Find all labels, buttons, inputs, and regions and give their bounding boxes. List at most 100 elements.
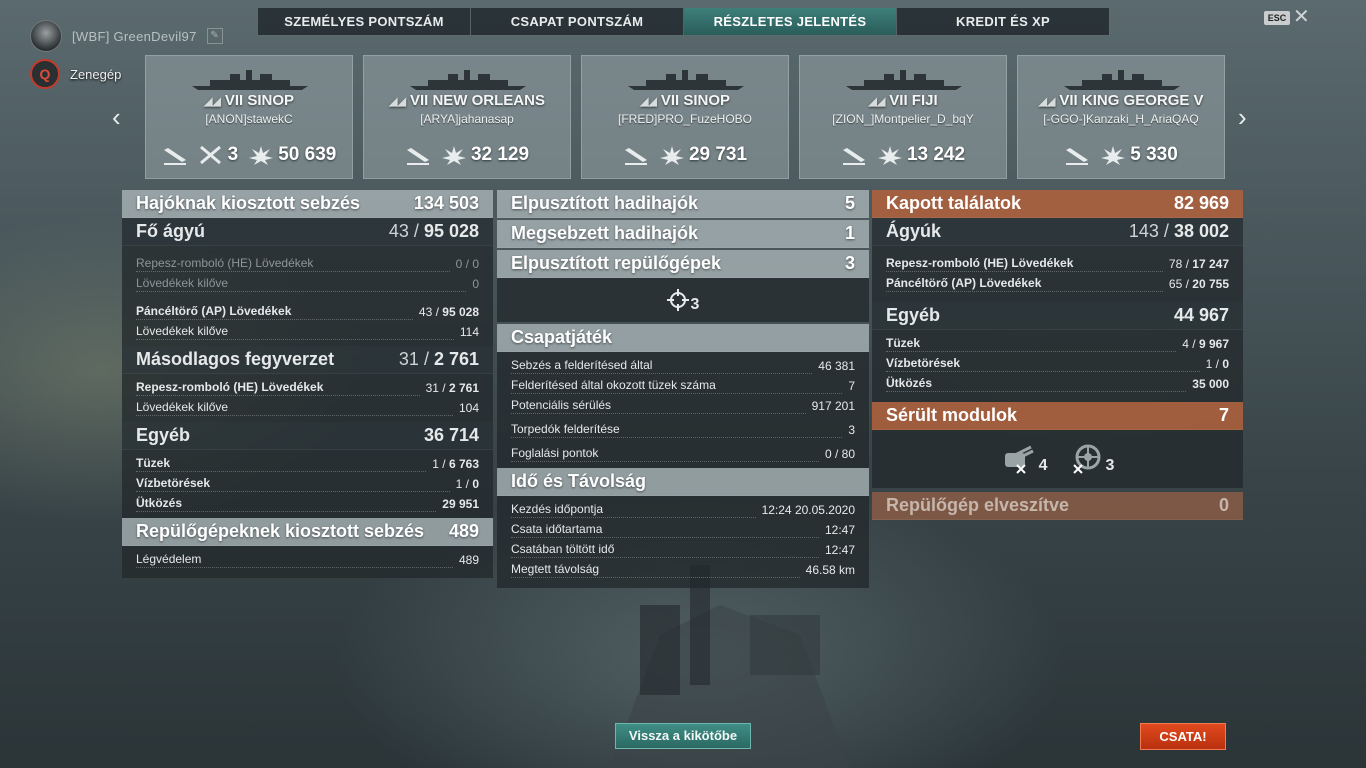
damaged-ships-carousel: ◢◢ VII SINOP [ANON]stawekC 3 50 639 ◢◢ VII… <box>145 55 1225 179</box>
sinking-ship-icon <box>623 144 649 166</box>
kills-stat: 3 <box>198 144 238 166</box>
received-other-row: Egyéb 44 967 <box>872 302 1243 330</box>
ship-class-icon: ◢◢ <box>389 96 406 108</box>
game-mode-icon: Q <box>30 59 60 89</box>
ship-silhouette-icon <box>192 70 308 90</box>
ship-silhouette-icon <box>846 70 962 90</box>
secondary-armament-row: Másodlagos fegyverzet 31 / 2 761 <box>122 346 493 374</box>
ramming-row: Ütközés 29 951 <box>122 494 493 514</box>
time-in-battle-row: Csatában töltött idő 12:47 <box>497 540 869 560</box>
return-to-port-button[interactable]: Vissza a kikötőbe <box>615 723 751 749</box>
player-header: [WBF] GreenDevil97 ✎ <box>30 20 223 52</box>
tab-team-score[interactable]: CSAPAT PONTSZÁM <box>471 8 684 35</box>
tab-personal-score[interactable]: SZEMÉLYES PONTSZÁM <box>258 8 471 35</box>
tab-credits-xp[interactable]: KREDIT ÉS XP <box>897 8 1109 35</box>
ship-name: ◢◢ VII KING GEORGE V <box>1038 92 1204 109</box>
previous-ship-arrow[interactable]: ‹ <box>112 104 121 130</box>
explosion-icon <box>248 144 274 166</box>
damaged-modules-row: Sérült modulok 7 <box>872 402 1243 430</box>
tab-detailed-report[interactable]: RÉSZLETES JELENTÉS <box>684 8 897 35</box>
ship-class-icon: ◢◢ <box>203 96 221 108</box>
plane-damage-row: Repülőgépeknek kiosztott sebzés 489 <box>122 518 493 546</box>
ship-silhouette-icon <box>628 70 744 90</box>
ship-silhouette-icon <box>410 70 526 90</box>
ship-name: ◢◢ VII FIJI <box>868 92 938 109</box>
battle-button[interactable]: CSATA! <box>1140 723 1226 750</box>
damage-stat: 29 731 <box>659 144 747 166</box>
explosion-icon <box>659 144 685 166</box>
secondary-fired-row: Lövedékek kilőve 104 <box>122 398 493 418</box>
damage-stat: 50 639 <box>248 144 336 166</box>
turret-damage-count: 4 <box>1038 457 1048 474</box>
ship-player-name: [-GGO-]Kanzaki_H_AriaQAQ <box>1043 112 1199 126</box>
received-ap-row: Páncéltörő (AP) Lövedékek 65 / 20 755 <box>872 274 1243 294</box>
ship-class-icon: ◢◢ <box>1038 96 1056 108</box>
time-distance-header: Idő és Távolság <box>497 468 869 496</box>
turret-icon <box>1004 445 1034 474</box>
edit-icon[interactable]: ✎ <box>206 28 223 44</box>
ship-name: ◢◢ VII SINOP <box>639 92 731 109</box>
steering-gear-icon <box>1072 444 1100 474</box>
damage-stat: 5 330 <box>1100 144 1178 166</box>
ship-card[interactable]: ◢◢ VII KING GEORGE V [-GGO-]Kanzaki_H_Ari… <box>1017 55 1225 179</box>
ship-player-name: [ARYA]jahanasap <box>420 112 514 126</box>
explosion-icon <box>441 144 467 166</box>
explosion-icon <box>877 144 903 166</box>
ap-fired-row: Lövedékek kilőve 114 <box>122 322 493 342</box>
damage-stat: 13 242 <box>877 144 965 166</box>
ship-card[interactable]: ◢◢ VII NEW ORLEANS [ARYA]jahanasap 32 129 <box>363 55 571 179</box>
game-mode-label: Zenegép <box>70 66 122 82</box>
ship-name: ◢◢ VII NEW ORLEANS <box>389 92 545 109</box>
start-time-row: Kezdés időpontja 12:24 20.05.2020 <box>497 500 869 520</box>
player-avatar <box>30 20 62 52</box>
received-hits-row: Kapott találatok 82 969 <box>872 190 1243 218</box>
sinking-ship-icon <box>405 144 431 166</box>
main-guns-row: Fő ágyú 43 / 95 028 <box>122 218 493 246</box>
aa-row: Légvédelem 489 <box>122 550 493 570</box>
capture-points-row: Foglalási pontok 0 / 80 <box>497 444 869 464</box>
planes-destroyed-block: 3 <box>497 278 869 322</box>
ap-shells-row: Páncéltörő (AP) Lövedékek 43 / 95 028 <box>122 302 493 322</box>
close-icon[interactable]: ✕ <box>1293 6 1310 28</box>
module-item: 4 <box>1001 443 1048 475</box>
player-name: [WBF] GreenDevil97 <box>72 28 197 44</box>
battle-duration-row: Csata időtartama 12:47 <box>497 520 869 540</box>
received-flooding-row: Vízbetörések 1 / 0 <box>872 354 1243 374</box>
ship-card[interactable]: ◢◢ VII FIJI [ZION_]Montpelier_D_bqY 13 24… <box>799 55 1007 179</box>
spotting-damage-row: Sebzés a felderítésed által 46 381 <box>497 356 869 376</box>
spotting-fires-row: Felderítésed által okozott tüzek száma 7 <box>497 376 869 396</box>
destroyed-panel: Elpusztított hadihajók 5 Megsebzett hadih… <box>497 190 869 588</box>
ship-card[interactable]: ◢◢ VII SINOP [FRED]PRO_FuzeHOBO 29 731 <box>581 55 789 179</box>
esc-key-hint: ESC <box>1264 11 1290 25</box>
ship-class-icon: ◢◢ <box>639 96 657 108</box>
damage-stat: 32 129 <box>441 144 529 166</box>
secondary-he-row: Repesz-romboló (HE) Lövedékek 31 / 2 761 <box>122 378 493 398</box>
potential-damage-row: Potenciális sérülés 917 201 <box>497 396 869 416</box>
sinking-ship-icon <box>1064 144 1090 166</box>
teamplay-header: Csapatjáték <box>497 324 869 352</box>
ship-silhouette-icon <box>1064 70 1180 90</box>
destroyed-ships-row: Elpusztított hadihajók 5 <box>497 190 869 218</box>
damage-dealt-panel: Hajóknak kiosztott sebzés 134 503 Fő ágyú… <box>122 190 493 578</box>
ship-player-name: [ZION_]Montpelier_D_bqY <box>832 112 974 126</box>
other-damage-row: Egyéb 36 714 <box>122 422 493 450</box>
crosshair-icon <box>666 289 689 311</box>
ship-name: ◢◢ VII SINOP <box>203 92 295 109</box>
received-he-row: Repesz-romboló (HE) Lövedékek 78 / 17 247 <box>872 254 1243 274</box>
he-fired-row: Lövedékek kilőve 0 <box>122 274 493 294</box>
planes-destroyed-count: 3 <box>690 296 700 313</box>
damaged-ships-row: Megsebzett hadihajók 1 <box>497 220 869 248</box>
fires-row: Tüzek 1 / 6 763 <box>122 454 493 474</box>
flooding-row: Vízbetörések 1 / 0 <box>122 474 493 494</box>
destroyed-planes-row: Elpusztított repülőgépek 3 <box>497 250 869 278</box>
planes-lost-row: Repülőgép elveszítve 0 <box>872 492 1243 520</box>
he-shells-row: Repesz-romboló (HE) Lövedékek 0 / 0 <box>122 254 493 274</box>
ship-card[interactable]: ◢◢ VII SINOP [ANON]stawekC 3 50 639 <box>145 55 353 179</box>
battle-mode: Q Zenegép <box>30 59 121 89</box>
module-item: 3 <box>1068 443 1114 475</box>
next-ship-arrow[interactable]: › <box>1238 104 1247 130</box>
sinking-ship-icon <box>162 144 188 166</box>
distance-row: Megtett távolság 46.58 km <box>497 560 869 580</box>
received-fires-row: Tüzek 4 / 9 967 <box>872 334 1243 354</box>
ship-player-name: [ANON]stawekC <box>205 112 293 126</box>
